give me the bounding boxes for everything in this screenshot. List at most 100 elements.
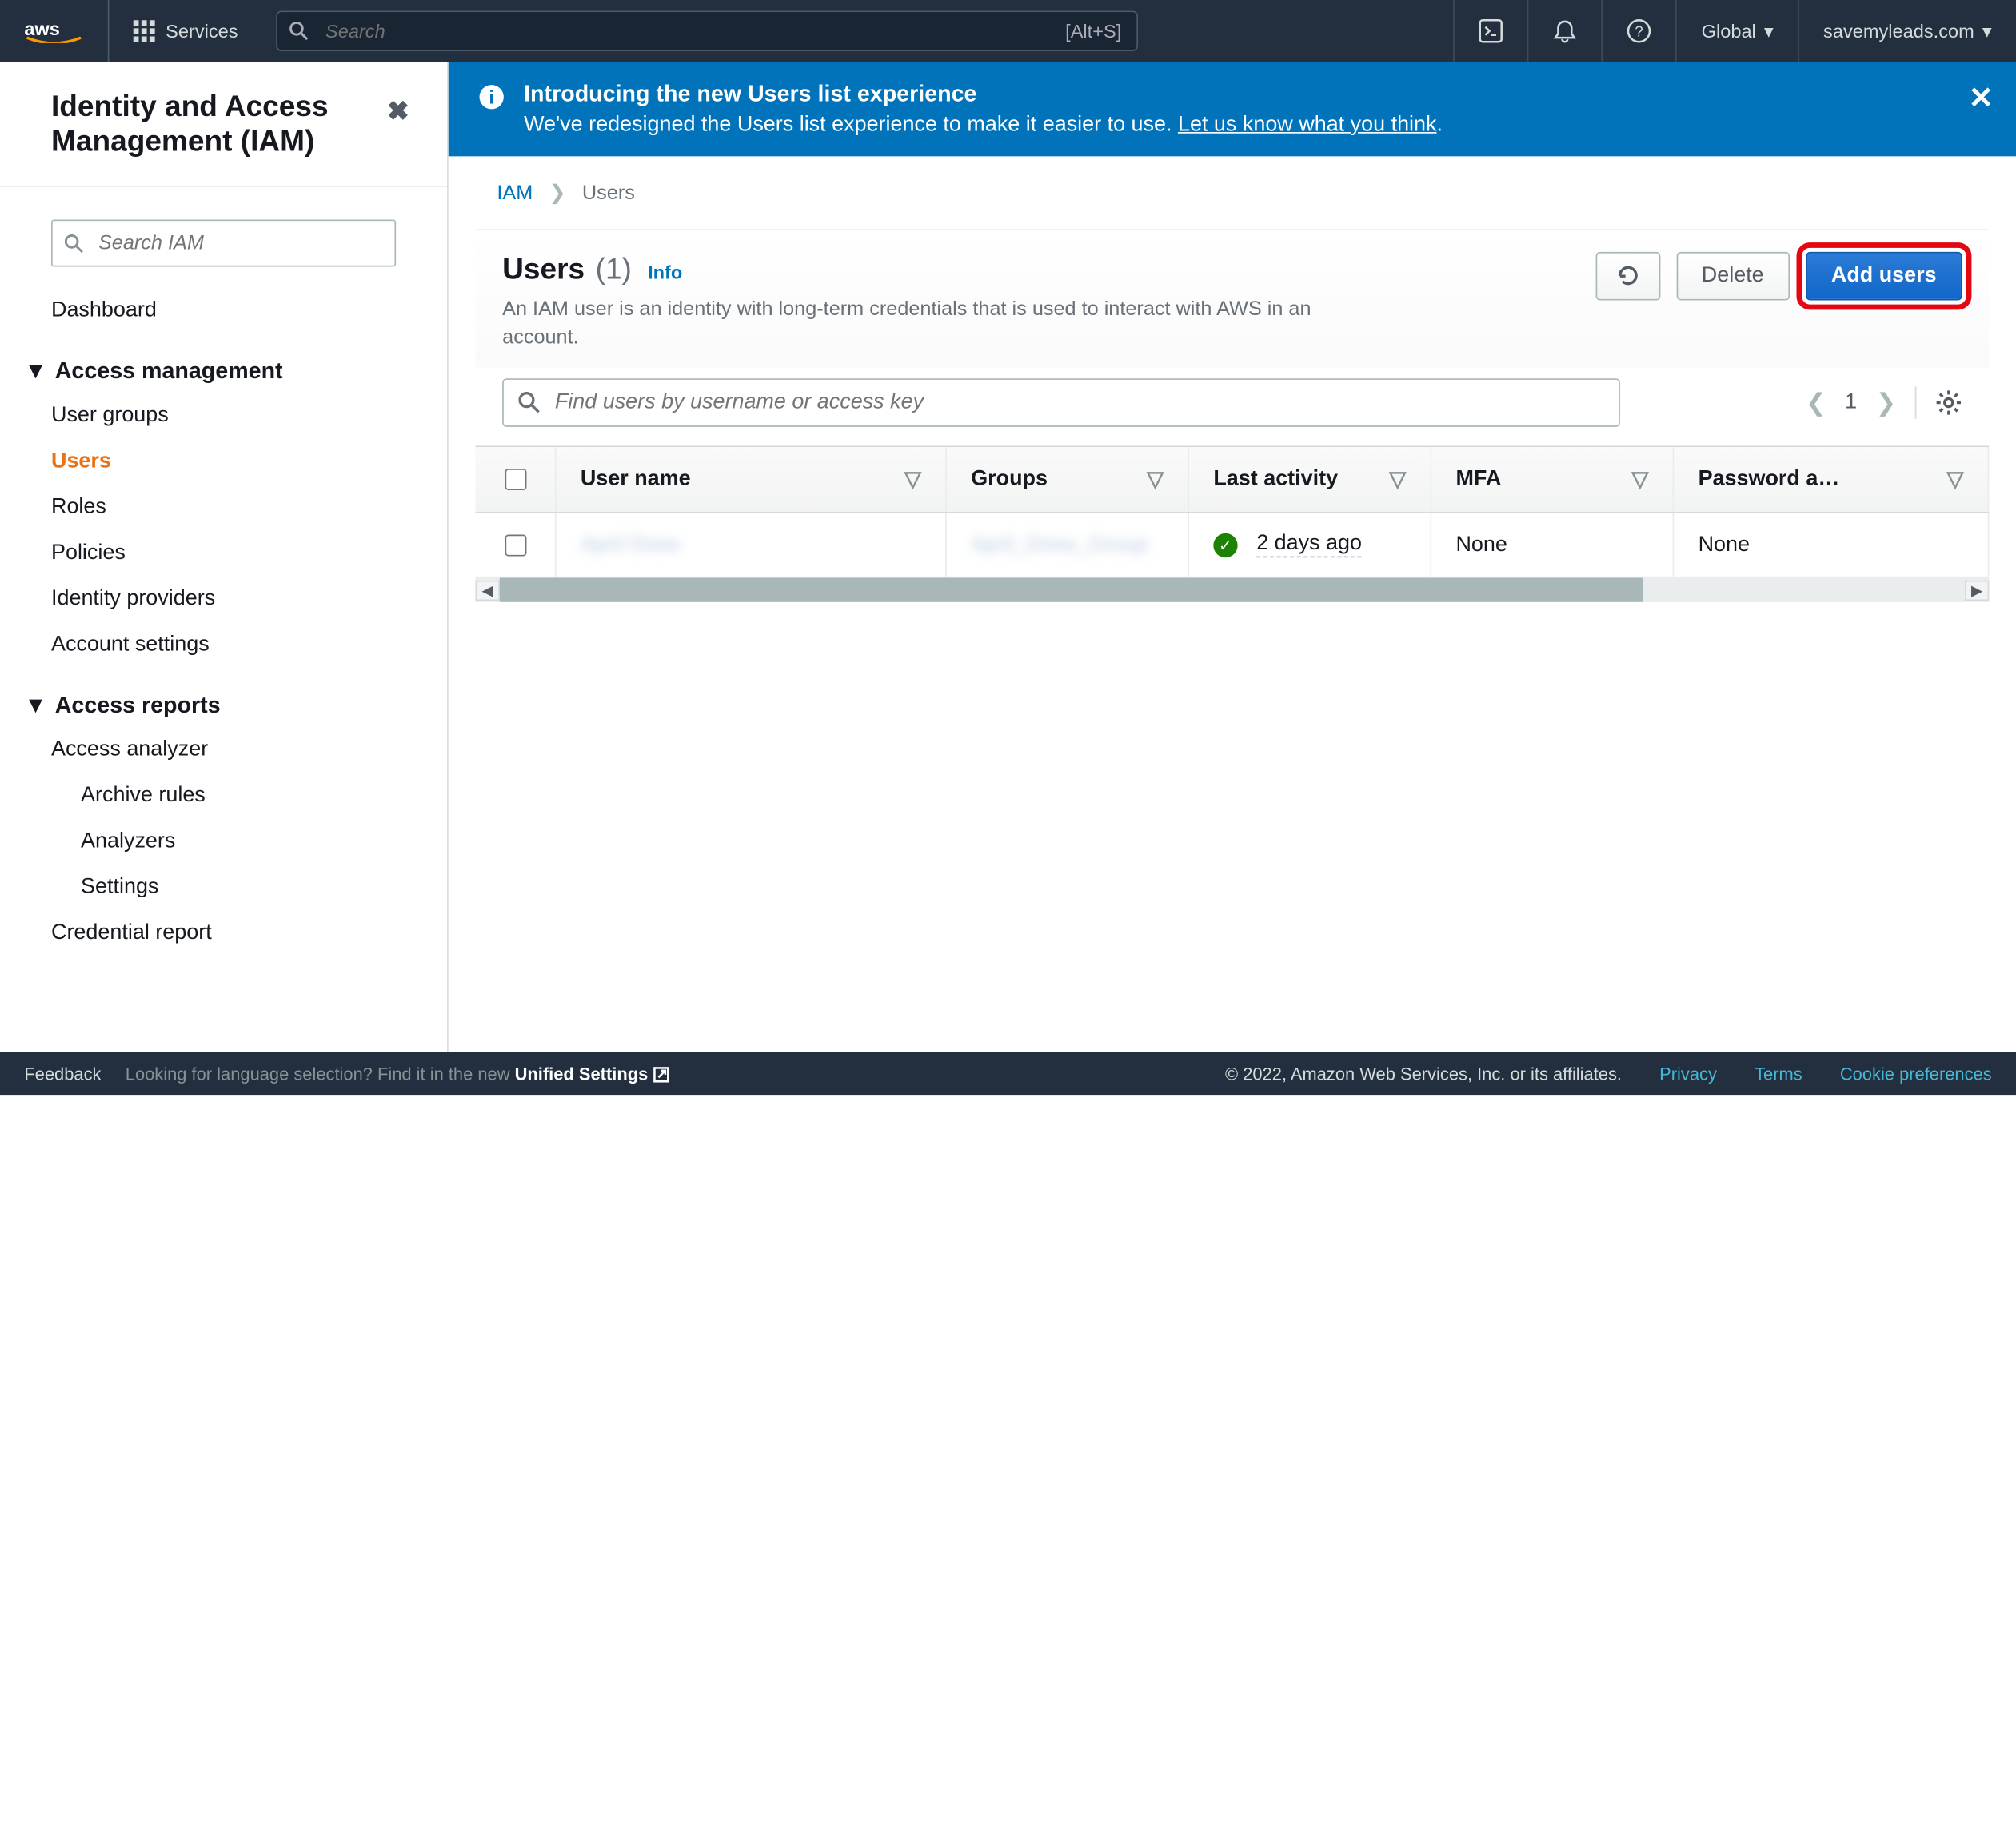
sidebar-search[interactable] (51, 219, 396, 266)
aws-logo[interactable]: aws (0, 0, 109, 62)
search-icon (289, 22, 309, 41)
nav-dashboard[interactable]: Dashboard (0, 288, 447, 333)
top-nav: aws Services [Alt+S] ? Global▾ savemylea… (0, 0, 2016, 62)
users-panel: Users (1) Info An IAM user is an identit… (475, 229, 1989, 601)
col-mfa[interactable]: MFA▽ (1431, 447, 1674, 512)
panel-description: An IAM user is an identity with long-ter… (502, 295, 1364, 352)
feedback-link[interactable]: Feedback (24, 1064, 101, 1084)
unified-settings-link[interactable]: Unified Settings (515, 1064, 669, 1084)
banner-feedback-link[interactable]: Let us know what you think (1178, 113, 1437, 136)
page-next-icon[interactable]: ❯ (1876, 389, 1896, 417)
services-label: Services (166, 20, 238, 42)
info-link[interactable]: Info (648, 262, 682, 283)
banner-close-icon[interactable] (1970, 86, 1992, 108)
add-users-button[interactable]: Add users (1806, 252, 1962, 301)
sort-icon[interactable]: ▽ (1389, 466, 1406, 493)
col-password-age[interactable]: Password a…▽ (1674, 447, 1989, 512)
content: i Introducing the new Users list experie… (449, 62, 2016, 1052)
account-selector[interactable]: savemyleads.com▾ (1798, 0, 2016, 62)
privacy-link[interactable]: Privacy (1659, 1064, 1717, 1084)
col-groups[interactable]: Groups▽ (947, 447, 1189, 512)
delete-button[interactable]: Delete (1676, 252, 1790, 301)
select-all-checkbox[interactable] (475, 447, 556, 512)
nav-analyzers[interactable]: Analyzers (0, 819, 447, 865)
banner-subtitle: We've redesigned the Users list experien… (524, 113, 1178, 136)
cookie-link[interactable]: Cookie preferences (1840, 1064, 1992, 1084)
svg-text:?: ? (1635, 22, 1643, 39)
caret-down-icon: ▾ (1764, 19, 1774, 42)
caret-down-icon: ▾ (1982, 19, 1992, 42)
settings-gear-icon[interactable] (1935, 389, 1962, 417)
nav-user-groups[interactable]: User groups (0, 393, 447, 439)
scroll-thumb[interactable] (500, 577, 1643, 601)
search-shortcut: [Alt+S] (1065, 20, 1121, 42)
col-last-activity[interactable]: Last activity▽ (1189, 447, 1431, 512)
banner-title: Introducing the new Users list experienc… (524, 81, 976, 106)
nav-credential-report[interactable]: Credential report (0, 910, 447, 956)
nav-users[interactable]: Users (0, 439, 447, 485)
page-prev-icon[interactable]: ❮ (1806, 389, 1826, 417)
panel-title: Users (1) Info (502, 252, 682, 287)
cell-groups[interactable]: April_Drew_Group (947, 513, 1189, 577)
refresh-button[interactable] (1595, 252, 1660, 301)
search-icon (65, 234, 84, 253)
copyright: © 2022, Amazon Web Services, Inc. or its… (1225, 1064, 1622, 1084)
cell-mfa: None (1431, 513, 1674, 577)
sort-icon[interactable]: ▽ (1632, 466, 1649, 493)
breadcrumb-root[interactable]: IAM (497, 182, 533, 205)
nav-archive-rules[interactable]: Archive rules (0, 773, 447, 819)
services-grid-icon (134, 20, 155, 42)
nav-identity-providers[interactable]: Identity providers (0, 577, 447, 622)
scroll-left-icon[interactable]: ◀ (475, 580, 499, 600)
row-checkbox[interactable] (475, 513, 556, 577)
sort-icon[interactable]: ▽ (904, 466, 921, 493)
caret-down-icon: ▼ (24, 358, 46, 385)
sidebar: Identity and Access Management (IAM) ✖ D… (0, 62, 449, 1052)
nav-access-analyzer[interactable]: Access analyzer (0, 727, 447, 773)
cell-last-activity: ✓2 days ago (1189, 513, 1431, 577)
info-icon: i (478, 83, 505, 110)
services-menu[interactable]: Services (109, 0, 261, 62)
cloudshell-icon[interactable] (1454, 0, 1528, 62)
nav-settings[interactable]: Settings (0, 865, 447, 910)
global-search-input[interactable] (276, 10, 1138, 51)
region-selector[interactable]: Global▾ (1676, 0, 1798, 62)
svg-text:aws: aws (24, 19, 60, 39)
nav-section-access[interactable]: ▼Access management (0, 334, 447, 393)
footer: Feedback Looking for language selection?… (0, 1052, 2016, 1095)
info-banner: i Introducing the new Users list experie… (449, 62, 2016, 156)
col-username[interactable]: User name▽ (557, 447, 947, 512)
filter-search[interactable] (502, 378, 1620, 427)
table-header: User name▽ Groups▽ Last activity▽ MFA▽ P… (475, 445, 1989, 513)
users-table: User name▽ Groups▽ Last activity▽ MFA▽ P… (475, 445, 1989, 601)
nav-policies[interactable]: Policies (0, 531, 447, 577)
sort-icon[interactable]: ▽ (1947, 466, 1964, 493)
caret-down-icon: ▼ (24, 693, 46, 720)
check-icon: ✓ (1213, 533, 1237, 557)
chevron-right-icon: ❯ (549, 181, 566, 205)
pagination: ❮ 1 ❯ (1806, 386, 1962, 418)
users-count: (1) (596, 252, 632, 287)
svg-text:i: i (489, 87, 494, 108)
page-number: 1 (1845, 390, 1857, 414)
nav-account-settings[interactable]: Account settings (0, 622, 447, 668)
table-row: April Drew April_Drew_Group ✓2 days ago … (475, 513, 1989, 578)
sidebar-search-input[interactable] (51, 219, 396, 266)
breadcrumb: IAM ❯ Users (449, 156, 2016, 218)
sidebar-close-icon[interactable]: ✖ (387, 94, 409, 128)
nav-section-reports[interactable]: ▼Access reports (0, 668, 447, 727)
help-icon[interactable]: ? (1602, 0, 1676, 62)
notifications-icon[interactable] (1527, 0, 1602, 62)
sort-icon[interactable]: ▽ (1147, 466, 1164, 493)
filter-input[interactable] (502, 378, 1620, 427)
global-search[interactable]: [Alt+S] (276, 10, 1138, 51)
horizontal-scrollbar[interactable]: ◀ ▶ (475, 577, 1989, 601)
cell-password: None (1674, 513, 1989, 577)
terms-link[interactable]: Terms (1755, 1064, 1802, 1084)
language-hint: Looking for language selection? Find it … (126, 1064, 669, 1084)
scroll-right-icon[interactable]: ▶ (1965, 580, 1989, 600)
search-icon (518, 392, 540, 413)
breadcrumb-current: Users (582, 182, 635, 205)
cell-username[interactable]: April Drew (557, 513, 947, 577)
nav-roles[interactable]: Roles (0, 485, 447, 530)
